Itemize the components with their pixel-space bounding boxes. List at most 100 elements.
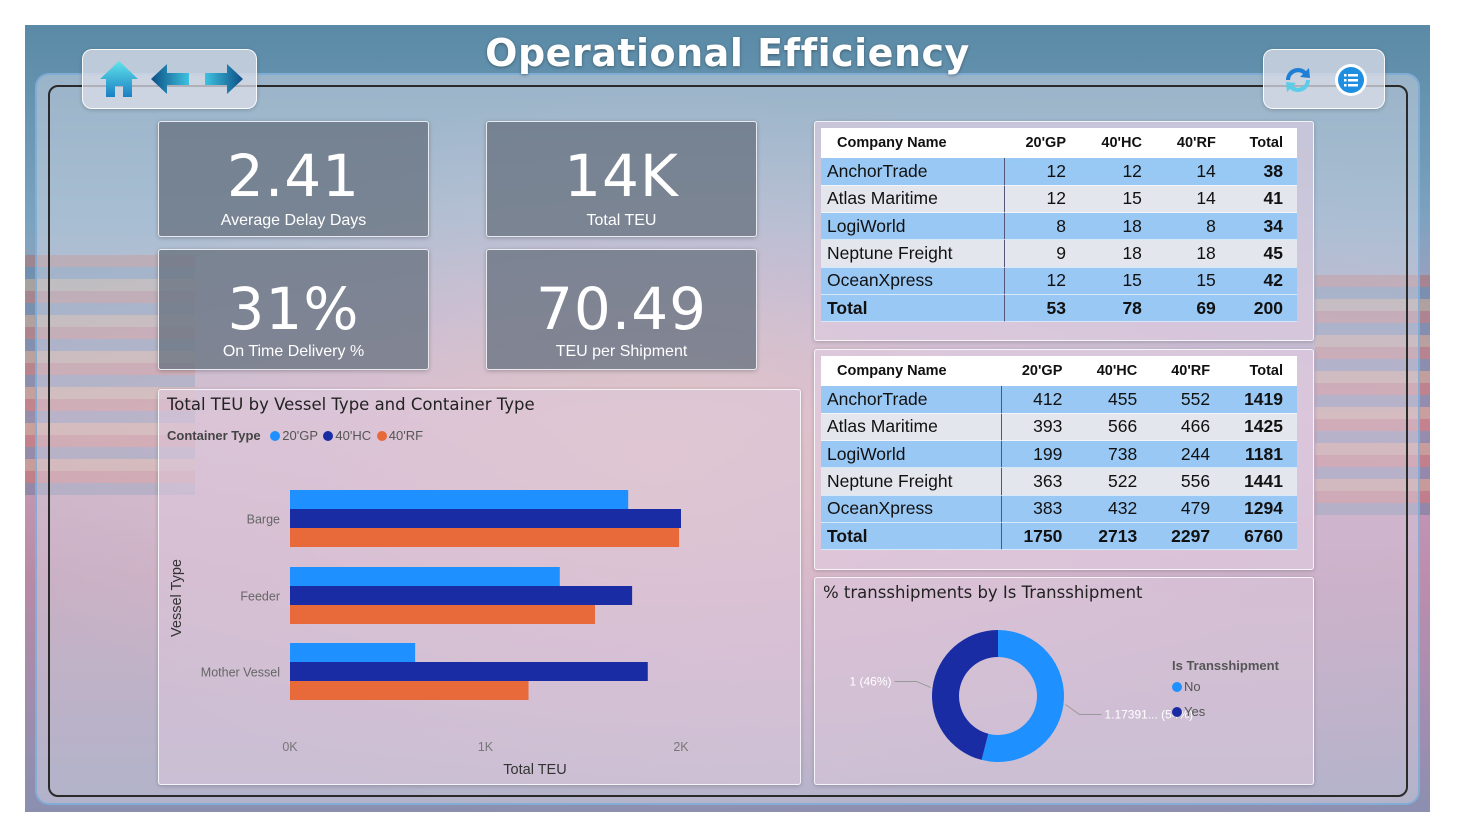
column-header[interactable]: 40'HC xyxy=(1076,356,1152,386)
table-row[interactable]: LogiWorld 199 738 244 1181 xyxy=(821,440,1297,469)
table-cell: 1425 xyxy=(1224,413,1297,442)
total-cell: Total xyxy=(821,522,1003,551)
column-header[interactable]: Total xyxy=(1224,356,1297,386)
legend-item-no[interactable]: No xyxy=(1172,679,1302,694)
column-header[interactable]: 20'GP xyxy=(1001,356,1077,386)
x-tick-label: 2K xyxy=(673,740,689,754)
bar-feeder-40rf[interactable] xyxy=(290,605,595,624)
table-row[interactable]: AnchorTrade 412 455 552 1419 xyxy=(821,386,1297,414)
arrow-right-icon[interactable] xyxy=(203,62,245,96)
kpi-label: Average Delay Days xyxy=(220,212,367,229)
toolbar-buttons-group xyxy=(1263,49,1385,109)
table-cell: 1419 xyxy=(1224,386,1297,414)
table-cell: 34 xyxy=(1229,212,1297,241)
table-cell: LogiWorld xyxy=(821,212,1005,241)
table-cell: 15 xyxy=(1080,267,1156,295)
table-cell: 412 xyxy=(1001,386,1077,414)
bar-barge-20gp[interactable] xyxy=(290,490,629,509)
table-row[interactable]: Neptune Freight 363 522 556 1441 xyxy=(821,467,1297,496)
legend-dot xyxy=(1172,707,1182,717)
legend-item-yes[interactable]: Yes xyxy=(1172,704,1302,719)
column-header[interactable]: Company Name xyxy=(821,128,1005,158)
total-cell: 69 xyxy=(1155,294,1230,323)
table-cell: Neptune Freight xyxy=(821,467,1003,496)
data-label: 1 (46%) xyxy=(850,674,892,688)
table-cell: 552 xyxy=(1151,386,1225,414)
bar-barge-40rf[interactable] xyxy=(290,528,680,547)
x-tick-label: 1K xyxy=(478,740,494,754)
table-row[interactable]: Atlas Maritime 393 566 466 1425 xyxy=(821,413,1297,442)
y-tick-label: Mother Vessel xyxy=(201,666,280,680)
table-cell: 556 xyxy=(1151,467,1225,496)
table-cell: 18 xyxy=(1080,212,1156,241)
table-cell: OceanXpress xyxy=(821,495,1003,523)
y-tick-label: Feeder xyxy=(240,590,280,604)
table-cell: 432 xyxy=(1076,495,1152,523)
column-header[interactable]: 40'RF xyxy=(1155,128,1230,158)
column-header[interactable]: Company Name xyxy=(821,356,1002,386)
container-count-matrix-panel: Company Name 20'GP 40'HC 40'RF Total AnchorTr… xyxy=(814,121,1314,341)
table-cell: OceanXpress xyxy=(821,267,1005,295)
legend-label: Yes xyxy=(1184,704,1206,719)
total-cell: 200 xyxy=(1229,294,1297,323)
kpi-label: Total TEU xyxy=(586,212,657,229)
bar-mother-vessel-20gp[interactable] xyxy=(290,643,416,662)
table-row[interactable]: OceanXpress 12 15 15 42 xyxy=(821,267,1297,295)
table-cell: 393 xyxy=(1001,413,1077,442)
list-menu-icon[interactable] xyxy=(1334,63,1368,97)
table-cell: 12 xyxy=(1004,158,1081,186)
table-row[interactable]: OceanXpress 383 432 479 1294 xyxy=(821,495,1297,523)
x-tick-label: 0K xyxy=(282,740,298,754)
y-tick-label: Barge xyxy=(247,513,280,527)
table-cell: 14 xyxy=(1155,185,1230,214)
table-cell: 522 xyxy=(1076,467,1152,496)
table-cell: 15 xyxy=(1155,267,1230,295)
table-cell: 12 xyxy=(1004,185,1081,214)
table-cell: 45 xyxy=(1229,239,1297,268)
column-header[interactable]: 40'RF xyxy=(1151,356,1225,386)
leader-line xyxy=(894,680,931,688)
kpi-value: 31% xyxy=(227,275,360,343)
total-row: Total 1750 2713 2297 6760 xyxy=(821,522,1297,551)
total-cell: 1750 xyxy=(1001,522,1077,551)
kpi-teu-per-shipment: 70.49 TEU per Shipment xyxy=(486,249,757,370)
column-header[interactable]: Total xyxy=(1229,128,1297,158)
table-cell: AnchorTrade xyxy=(821,386,1003,414)
teu-matrix-panel: Company Name 20'GP 40'HC 40'RF Total AnchorTr… xyxy=(814,349,1314,570)
y-axis-label: Vessel Type xyxy=(169,559,185,637)
teu-matrix: Company Name 20'GP 40'HC 40'RF Total AnchorTr… xyxy=(821,356,1297,551)
bar-feeder-20gp[interactable] xyxy=(290,567,560,586)
total-cell: 2713 xyxy=(1076,522,1152,551)
dashboard-canvas: Operational Efficiency 2.41 Average Dela… xyxy=(25,25,1430,812)
kpi-value: 14K xyxy=(564,142,679,210)
table-cell: 41 xyxy=(1229,185,1297,214)
table-cell: 566 xyxy=(1076,413,1152,442)
table-cell: Atlas Maritime xyxy=(821,413,1003,442)
arrow-left-icon[interactable] xyxy=(149,62,191,96)
table-cell: Neptune Freight xyxy=(821,239,1005,268)
column-header[interactable]: 40'HC xyxy=(1080,128,1156,158)
bar-mother-vessel-40hc[interactable] xyxy=(290,662,648,681)
table-row[interactable]: Neptune Freight 9 18 18 45 xyxy=(821,239,1297,268)
table-cell: 1294 xyxy=(1224,495,1297,523)
x-axis-label: Total TEU xyxy=(503,762,566,778)
table-row[interactable]: AnchorTrade 12 12 14 38 xyxy=(821,158,1297,186)
bar-barge-40hc[interactable] xyxy=(290,509,681,528)
transshipment-donut-panel: % transshipments by Is Transshipment 1.1… xyxy=(814,577,1314,785)
table-cell: 9 xyxy=(1004,239,1081,268)
bar-feeder-40hc[interactable] xyxy=(290,586,633,605)
table-row[interactable]: LogiWorld 8 18 8 34 xyxy=(821,212,1297,241)
refresh-icon[interactable] xyxy=(1280,62,1316,98)
total-cell: 2297 xyxy=(1151,522,1225,551)
total-cell: 6760 xyxy=(1224,522,1297,551)
kpi-label: TEU per Shipment xyxy=(555,343,688,360)
home-icon[interactable] xyxy=(97,58,141,100)
bar-mother-vessel-40rf[interactable] xyxy=(290,681,529,700)
donut-legend: Is Transshipment No Yes xyxy=(1172,658,1302,719)
table-cell: 8 xyxy=(1155,212,1230,241)
table-cell: 466 xyxy=(1151,413,1225,442)
table-row[interactable]: Atlas Maritime 12 15 14 41 xyxy=(821,185,1297,214)
table-cell: 18 xyxy=(1080,239,1156,268)
table-cell: 15 xyxy=(1080,185,1156,214)
column-header[interactable]: 20'GP xyxy=(1004,128,1081,158)
